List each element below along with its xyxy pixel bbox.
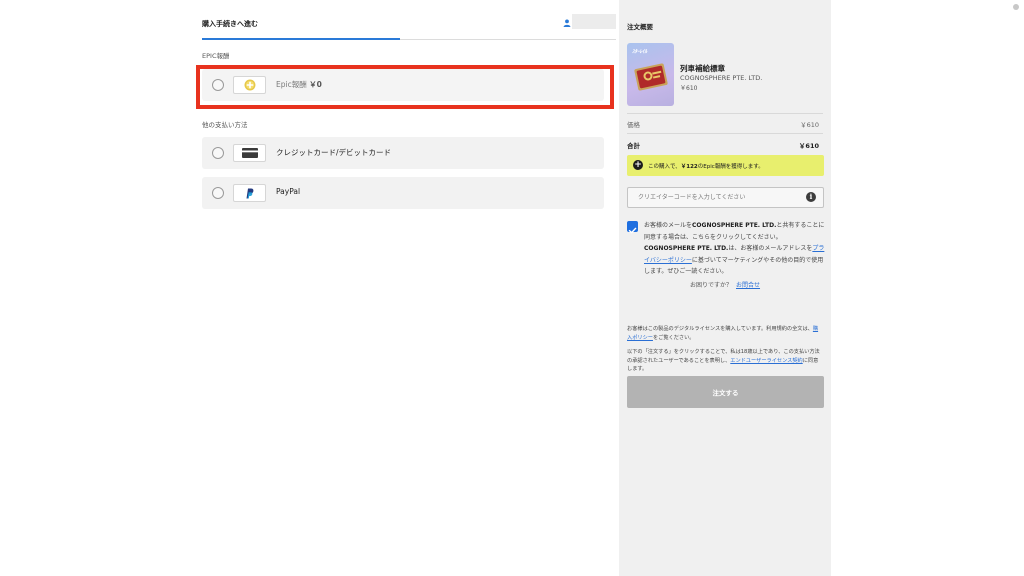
credit-card-icon — [241, 148, 258, 158]
price-value: ￥610 — [800, 121, 819, 129]
product-name: 列車補給標章 — [680, 64, 725, 73]
paypal-icon-box — [233, 184, 266, 202]
total-value: ￥610 — [798, 142, 819, 150]
paypal-label: PayPal — [276, 187, 301, 196]
epic-rewards-section-label: EPIC報酬 — [202, 52, 230, 60]
reward-suffix: のEpic報酬を獲得します。 — [697, 164, 764, 170]
paypal-icon — [246, 188, 254, 198]
info-icon[interactable]: i — [806, 192, 816, 202]
product-price: ￥610 — [680, 85, 698, 92]
paypal-radio[interactable] — [212, 187, 224, 199]
consent-company: COGNOSPHERE PTE. LTD. — [644, 245, 729, 252]
epic-reward-earn-banner: + この購入で、￥122のEpic報酬を獲得します。 — [627, 155, 824, 176]
product-publisher: COGNOSPHERE PTE. LTD. — [680, 74, 763, 82]
tab-active-indicator — [202, 38, 400, 40]
place-order-button[interactable]: 注文する — [627, 376, 824, 408]
license-text-part: お客様はこの製品のデジタルライセンスを購入しています。利用規約の全文は、 — [627, 326, 813, 332]
eula-notice: 以下の「注文する」をクリックすることで、私は18歳以上であり、この支払い方法の承… — [627, 348, 823, 374]
user-icon[interactable] — [563, 19, 571, 27]
plus-circle-icon: + — [633, 160, 643, 170]
reward-prefix: この購入で、 — [648, 164, 681, 170]
consent-text-part: は、お客様のメールアドレスを — [728, 245, 813, 252]
checkmark-icon — [628, 227, 637, 234]
checkout-title: 購入手続きへ進む — [202, 20, 258, 28]
order-summary-title: 注文概要 — [627, 23, 653, 31]
badge-art-icon — [634, 63, 668, 91]
reward-earn-text: この購入で、￥122のEpic報酬を獲得します。 — [648, 162, 764, 170]
total-label: 合計 — [627, 142, 640, 150]
credit-card-radio[interactable] — [212, 147, 224, 159]
help-text: お困りですか？ — [689, 282, 732, 289]
product-thumbnail: ｽﾀｰﾚｲﾙ — [627, 43, 674, 106]
consent-text-part: お客様のメールを — [644, 222, 693, 229]
email-consent-text: お客様のメールをCOGNOSPHERE PTE. LTD.と共有することに同意す… — [644, 220, 826, 278]
epic-rewards-highlight-frame — [196, 65, 614, 109]
credit-card-label: クレジットカード/デビットカード — [276, 148, 392, 157]
license-notice: お客様はこの製品のデジタルライセンスを購入しています。利用規約の全文は、購入ポリ… — [627, 325, 823, 342]
summary-divider — [627, 113, 823, 114]
summary-divider — [627, 133, 823, 134]
credit-card-icon-box — [233, 144, 266, 162]
price-label: 価格 — [627, 121, 640, 129]
contact-link[interactable]: お問合せ — [736, 282, 760, 289]
reward-amount: ￥122 — [680, 164, 698, 170]
email-consent-checkbox[interactable] — [627, 221, 638, 234]
help-row: お困りですか？ お問合せ — [619, 280, 831, 289]
consent-company: COGNOSPHERE PTE. LTD. — [692, 222, 777, 229]
payment-option-paypal[interactable]: PayPal — [202, 177, 604, 209]
order-summary-panel: 注文概要 ｽﾀｰﾚｲﾙ 列車補給標章 COGNOSPHERE PTE. LTD.… — [619, 0, 831, 576]
other-methods-section-label: 他の支払い方法 — [202, 121, 248, 129]
window-control-dot[interactable] — [1013, 4, 1019, 10]
account-name-box[interactable] — [572, 14, 616, 29]
creator-code-input[interactable] — [628, 188, 803, 207]
eula-link[interactable]: エンドユーザーライセンス契約 — [730, 358, 802, 364]
payment-option-credit-card[interactable]: クレジットカード/デビットカード — [202, 137, 604, 169]
creator-code-field[interactable]: i — [627, 187, 824, 208]
checkout-tabbar: 購入手続きへ進む — [202, 14, 616, 40]
license-text-part: をご覧ください。 — [652, 334, 695, 341]
